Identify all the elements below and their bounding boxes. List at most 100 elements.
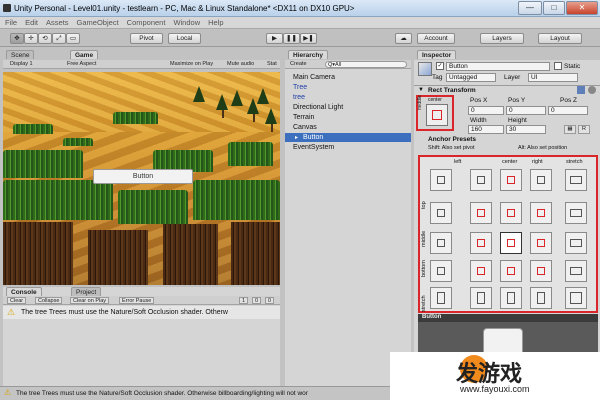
anchor-preset-stretch-left[interactable] bbox=[470, 169, 492, 191]
layout-dropdown[interactable]: Layout bbox=[538, 33, 582, 44]
hierarchy-search-input[interactable]: Q▾All bbox=[325, 61, 407, 68]
game-ui-button[interactable]: Button bbox=[93, 169, 193, 184]
clear-button[interactable]: Clear bbox=[7, 297, 27, 304]
rect-transform-header[interactable]: Rect Transform bbox=[428, 87, 476, 94]
expand-arrow-icon[interactable]: ▸ bbox=[295, 134, 298, 141]
anchor-preset-middle-right[interactable] bbox=[530, 232, 552, 254]
account-dropdown[interactable]: Account bbox=[417, 33, 455, 44]
blueprint-mode-button[interactable]: ▦ bbox=[564, 125, 576, 134]
display-dropdown[interactable]: Display 1 bbox=[8, 61, 33, 68]
local-toggle[interactable]: Local bbox=[168, 33, 201, 44]
help-icon[interactable] bbox=[577, 86, 585, 94]
maximize-button[interactable]: □ bbox=[543, 1, 565, 15]
menu-assets[interactable]: Assets bbox=[41, 17, 72, 27]
anchor-preset-top-right[interactable] bbox=[530, 202, 552, 224]
pos-x-field[interactable]: 0 bbox=[468, 106, 504, 115]
settings-gear-icon[interactable] bbox=[588, 86, 596, 94]
anchor-preset-stretch-center[interactable] bbox=[500, 169, 522, 191]
warning-count[interactable]: 0 bbox=[252, 297, 262, 304]
anchor-preset-bottom-center[interactable] bbox=[500, 260, 522, 282]
static-checkbox[interactable] bbox=[554, 62, 562, 70]
tag-dropdown[interactable]: Untagged bbox=[446, 73, 496, 82]
foldout-arrow-icon[interactable]: ▼ bbox=[418, 87, 424, 93]
close-button[interactable]: ✕ bbox=[566, 1, 598, 15]
object-name-field[interactable]: Button bbox=[446, 62, 550, 71]
anchor-preset-middle-left[interactable] bbox=[470, 232, 492, 254]
anchor-preset-middle-stretch[interactable] bbox=[565, 232, 587, 254]
stats-toggle[interactable]: Stat bbox=[265, 61, 277, 68]
layers-dropdown[interactable]: Layers bbox=[480, 33, 524, 44]
move-tool-button[interactable]: ✛ bbox=[24, 33, 38, 44]
clear-on-play-toggle[interactable]: Clear on Play bbox=[70, 297, 110, 304]
hand-tool-button[interactable]: ✥ bbox=[10, 33, 24, 44]
pos-y-field[interactable]: 0 bbox=[506, 106, 546, 115]
menu-gameobject[interactable]: GameObject bbox=[72, 17, 122, 27]
menu-edit[interactable]: Edit bbox=[20, 17, 41, 27]
hierarchy-item-eventsystem[interactable]: EventSystem bbox=[293, 144, 334, 151]
pause-button[interactable]: ❚❚ bbox=[283, 33, 300, 44]
anchor-preset-bottom-left[interactable] bbox=[470, 260, 492, 282]
pivot-toggle[interactable]: Pivot bbox=[130, 33, 163, 44]
anchor-preset-top-stretch[interactable] bbox=[565, 202, 587, 224]
layer-label: Layer bbox=[504, 74, 521, 81]
step-button[interactable]: ▶❚ bbox=[300, 33, 317, 44]
cloud-icon[interactable]: ☁ bbox=[395, 33, 412, 44]
scale-tool-button[interactable]: ⤢ bbox=[52, 33, 66, 44]
anchor-preset-bottom-right[interactable] bbox=[530, 260, 552, 282]
info-count[interactable]: 1 bbox=[239, 297, 249, 304]
anchor-preset-stretch-all[interactable] bbox=[565, 287, 587, 309]
maximize-on-play-toggle[interactable]: Maximize on Play bbox=[168, 61, 213, 68]
anchor-preset-stretch-row-left[interactable] bbox=[470, 287, 492, 309]
pos-z-field[interactable]: 0 bbox=[548, 106, 588, 115]
error-pause-toggle[interactable]: Error Pause bbox=[119, 297, 155, 304]
raw-edit-button[interactable]: R bbox=[578, 125, 590, 134]
create-dropdown[interactable]: Create bbox=[288, 61, 307, 68]
mute-audio-toggle[interactable]: Mute audio bbox=[225, 61, 254, 68]
anchor-preset-none[interactable] bbox=[430, 169, 452, 191]
hierarchy-item-button[interactable]: ▸ Button bbox=[285, 133, 411, 142]
anchor-preset-stretch-stretch[interactable] bbox=[565, 169, 587, 191]
anchor-preset-bottom-stretch[interactable] bbox=[565, 260, 587, 282]
hierarchy-item-main-camera[interactable]: Main Camera bbox=[293, 74, 335, 81]
hierarchy-item-canvas[interactable]: Canvas bbox=[293, 124, 317, 131]
anchor-preset-stretch-row-none[interactable] bbox=[430, 287, 452, 309]
anchor-preset-stretch-right[interactable] bbox=[530, 169, 552, 191]
menu-window[interactable]: Window bbox=[168, 17, 203, 27]
tab-inspector[interactable]: Inspector bbox=[417, 50, 457, 59]
tab-hierarchy[interactable]: Hierarchy bbox=[288, 50, 328, 59]
rotate-tool-button[interactable]: ⟲ bbox=[38, 33, 52, 44]
anchor-preset-top-left[interactable] bbox=[470, 202, 492, 224]
anchor-preset-middle-none[interactable] bbox=[430, 232, 452, 254]
status-message[interactable]: The tree Trees must use the Nature/Soft … bbox=[16, 390, 308, 397]
aspect-dropdown[interactable]: Free Aspect bbox=[65, 61, 96, 68]
height-field[interactable]: 30 bbox=[506, 125, 546, 134]
width-field[interactable]: 160 bbox=[468, 125, 504, 134]
anchor-preset-button[interactable] bbox=[426, 104, 448, 126]
hierarchy-item-directional-light[interactable]: Directional Light bbox=[293, 104, 343, 111]
game-view[interactable]: Button bbox=[3, 72, 280, 285]
tab-game[interactable]: Game bbox=[70, 50, 99, 59]
console-row[interactable]: ⚠ The tree Trees must use the Nature/Sof… bbox=[3, 306, 280, 319]
anchor-preset-stretch-row-center[interactable] bbox=[500, 287, 522, 309]
hierarchy-item-terrain[interactable]: Terrain bbox=[293, 114, 314, 121]
menu-component[interactable]: Component bbox=[122, 17, 169, 27]
hierarchy-item-tree-2[interactable]: tree bbox=[293, 94, 305, 101]
anchor-preset-middle-center[interactable] bbox=[500, 232, 522, 254]
tab-scene[interactable]: Scene bbox=[6, 50, 35, 59]
anchor-preset-bottom-none[interactable] bbox=[430, 260, 452, 282]
anchor-preset-top-center[interactable] bbox=[500, 202, 522, 224]
layer-dropdown[interactable]: UI bbox=[528, 73, 578, 82]
tab-project[interactable]: Project bbox=[71, 287, 102, 296]
tab-console[interactable]: Console bbox=[6, 287, 42, 296]
menu-help[interactable]: Help bbox=[203, 17, 226, 27]
rect-tool-button[interactable]: ▭ bbox=[66, 33, 80, 44]
hierarchy-item-tree[interactable]: Tree bbox=[293, 84, 307, 91]
menu-file[interactable]: File bbox=[0, 17, 20, 27]
collapse-toggle[interactable]: Collapse bbox=[35, 297, 63, 304]
error-count[interactable]: 0 bbox=[265, 297, 275, 304]
active-checkbox[interactable]: ✓ bbox=[436, 62, 444, 70]
minimize-button[interactable]: — bbox=[518, 1, 542, 15]
play-button[interactable]: ▶ bbox=[266, 33, 283, 44]
anchor-preset-top-none[interactable] bbox=[430, 202, 452, 224]
anchor-preset-stretch-row-right[interactable] bbox=[530, 287, 552, 309]
